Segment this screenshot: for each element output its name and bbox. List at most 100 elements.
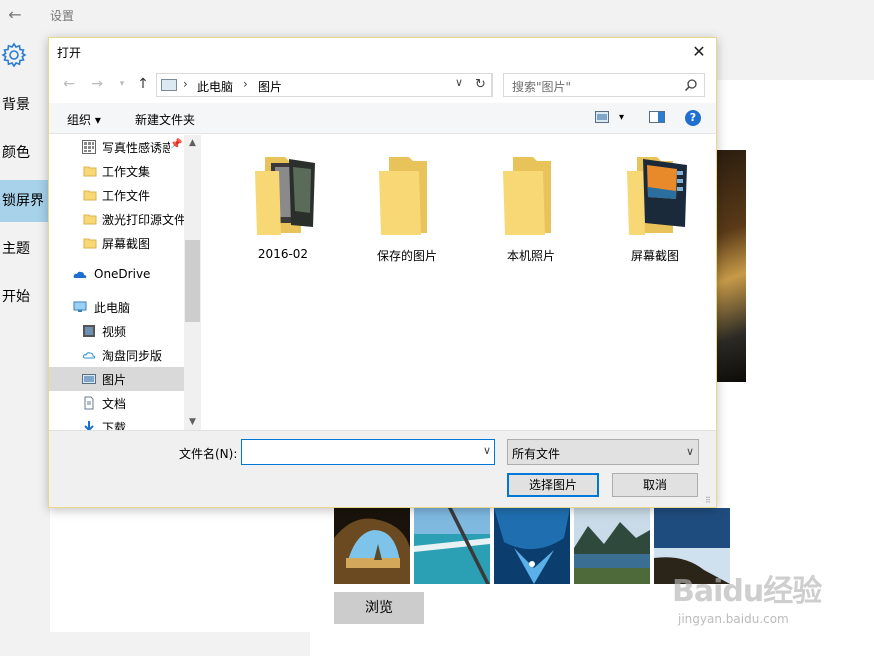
scroll-down-icon[interactable]: ▼ [184,414,201,430]
lockscreen-preview [716,150,746,382]
tree-item[interactable]: 视频 [49,319,201,343]
tree-label: 写真性感诱惑 [102,141,170,155]
watermark: Baidu经验 jingyan.baidu.com [672,566,832,638]
tree-item[interactable]: 下载 [49,415,201,430]
folder-item[interactable]: 本机照片 [476,149,586,263]
watermark-url: jingyan.baidu.com [678,612,789,626]
tree-label: 屏幕截图 [102,237,151,251]
folder-screenshot-icon [627,157,687,235]
tree-label: 激光打印源文件 [102,213,186,227]
tree-label: 图片 [102,373,127,387]
pc-icon [73,301,87,312]
thumbnail-ice-cave[interactable] [494,508,570,584]
cancel-button[interactable]: 取消 [612,473,698,497]
tree-item[interactable]: 淘盘同步版 [49,343,201,367]
tree-item[interactable]: 工作文集 [49,159,201,183]
scroll-up-icon[interactable]: ▲ [184,135,201,151]
folder-icon [379,157,427,235]
address-bar[interactable]: › 此电脑 › 图片 ∨ [156,73,493,97]
breadcrumb-this-pc[interactable]: 此电脑 [197,78,233,95]
folder-icon [83,166,97,177]
dialog-bottom-bar: 文件名(N): ∨ 所有文件 ∨ 选择图片 取消 ⠿ [49,430,716,507]
watermark-logo: Baidu经验 [672,574,822,609]
file-type-select[interactable]: 所有文件 ∨ [507,439,699,465]
help-icon[interactable]: ? [685,110,701,126]
gear-icon [1,42,27,68]
open-file-dialog: 打开 ✕ ← → ▾ ↑ › 此电脑 › 图片 ∨ ↻ 搜索"图片" 组织 ▾ … [48,37,717,508]
tree-item[interactable]: 工作文件 [49,183,201,207]
folder-item[interactable]: 保存的图片 [352,149,462,263]
settings-titlebar: ← 设置 [0,0,874,32]
refresh-icon[interactable]: ↻ [470,73,492,97]
breadcrumb-separator-icon[interactable]: › [243,77,248,91]
download-icon [84,421,94,430]
tree-label: 淘盘同步版 [102,349,163,363]
nav-item-lockscreen[interactable]: 锁屏界 [0,180,50,222]
folder-icon [83,190,97,201]
video-icon [83,325,95,337]
tree-item[interactable]: 屏幕截图 [49,231,201,255]
dialog-titlebar[interactable]: 打开 ✕ [49,38,716,66]
browse-button[interactable]: 浏览 [334,592,424,624]
folder-photo-icon [255,157,315,235]
tree-item[interactable]: 写真性感诱惑 📌 [49,135,201,159]
tree-label: 此电脑 [94,301,131,315]
file-type-value: 所有文件 [512,447,561,461]
nav-item-background[interactable]: 背景 [0,84,50,126]
organize-menu[interactable]: 组织 ▾ [67,111,101,128]
change-view-icon[interactable] [595,111,609,123]
up-arrow-icon[interactable]: ↑ [134,75,152,93]
breadcrumb-pictures[interactable]: 图片 [258,78,282,95]
breadcrumb-separator-icon[interactable]: › [183,77,188,91]
choose-picture-button[interactable]: 选择图片 [507,473,599,497]
tree-label: 文档 [102,397,127,411]
search-input[interactable]: 搜索"图片" [503,73,705,97]
pin-icon: 📌 [170,139,183,150]
view-options-chevron-icon[interactable]: ▾ [619,112,624,123]
filename-label: 文件名(N): [179,447,238,461]
thumbnail-sea[interactable] [414,508,490,584]
folder-icon [503,157,551,235]
folder-item[interactable]: 屏幕截图 [600,149,710,263]
address-dropdown-chevron-icon[interactable]: ∨ [451,76,467,89]
tree-label: 下载 [102,421,127,430]
thumbnail-mountain-lake[interactable] [574,508,650,584]
new-folder-button[interactable]: 新建文件夹 [135,111,195,128]
settings-title: 设置 [50,9,75,23]
scroll-thumb[interactable] [185,240,200,322]
tree-item[interactable]: 此电脑 [49,295,201,319]
nav-item-colors[interactable]: 颜色 [0,132,50,174]
file-type-chevron-icon: ∨ [685,445,694,458]
filename-input[interactable]: ∨ [241,439,495,465]
recent-locations-chevron-icon[interactable]: ▾ [113,75,131,93]
address-row: ← → ▾ ↑ › 此电脑 › 图片 ∨ ↻ 搜索"图片" [49,69,716,99]
file-list: 2016-02 保存的图片 本机照片 屏幕截图 [202,135,716,430]
back-icon[interactable]: ← [60,75,78,93]
tree-label: 工作文集 [102,165,151,179]
close-icon[interactable]: ✕ [688,41,710,63]
filename-dropdown-chevron-icon[interactable]: ∨ [483,444,491,457]
settings-nav-bottom [0,632,310,656]
preview-pane-icon[interactable] [649,111,665,123]
folder-name: 保存的图片 [376,249,437,263]
back-arrow-icon[interactable]: ← [6,4,24,26]
folder-item[interactable]: 2016-02 [228,149,338,261]
folder-name: 屏幕截图 [630,249,679,263]
thumbnail-cave[interactable] [334,508,410,584]
folder-name: 本机照片 [506,249,555,263]
cloud-icon [82,352,96,359]
tree-item[interactable]: 文档 [49,391,201,415]
search-placeholder: 搜索"图片" [512,80,572,94]
pictures-icon [82,374,96,384]
nav-item-themes[interactable]: 主题 [0,228,50,270]
tree-item[interactable]: OneDrive [49,263,201,287]
tree-item[interactable]: 激光打印源文件 [49,207,201,231]
grid-folder-icon [82,140,96,154]
tree-item[interactable]: 图片 [49,367,201,391]
resize-grip-icon[interactable]: ⠿ [705,496,715,506]
nav-item-start[interactable]: 开始 [0,276,50,318]
navigation-scrollbar[interactable]: ▲ ▼ [184,135,201,430]
folder-icon [83,238,97,249]
dialog-title: 打开 [57,46,82,60]
forward-icon[interactable]: → [88,75,106,93]
